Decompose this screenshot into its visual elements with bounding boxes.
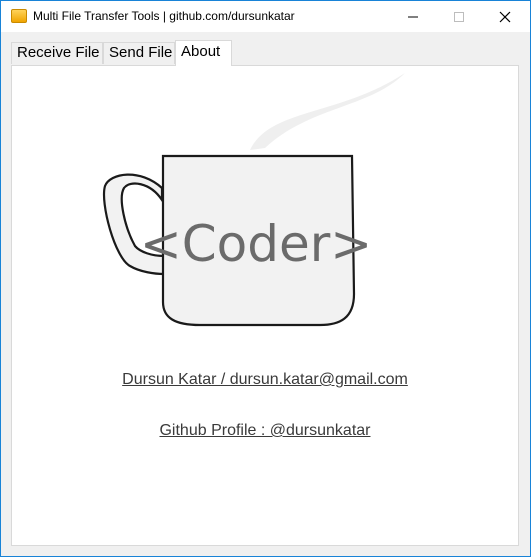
steam-icon: [250, 73, 405, 150]
maximize-button[interactable]: [436, 1, 482, 32]
github-profile-link[interactable]: Github Profile : @dursunkatar: [12, 422, 518, 440]
close-button[interactable]: [482, 1, 528, 32]
about-panel: <Coder> Dursun Katar / dursun.katar@gmai…: [11, 65, 519, 546]
app-icon: [11, 9, 27, 23]
author-email-link[interactable]: Dursun Katar / dursun.katar@gmail.com: [12, 371, 518, 389]
app-window: Multi File Transfer Tools | github.com/d…: [0, 0, 531, 557]
tab-strip: Receive File Send File About: [1, 32, 530, 66]
minimize-button[interactable]: [390, 1, 436, 32]
minimize-icon: [408, 16, 418, 17]
coffee-mug-logo: <Coder>: [102, 73, 405, 327]
close-icon: [499, 11, 511, 22]
logo-text: <Coder>: [140, 215, 372, 273]
tab-send-file[interactable]: Send File: [103, 42, 175, 64]
maximize-icon: [454, 11, 464, 22]
tab-receive-file[interactable]: Receive File: [11, 42, 103, 64]
tab-about[interactable]: About: [175, 40, 232, 66]
title-bar[interactable]: Multi File Transfer Tools | github.com/d…: [1, 1, 530, 32]
window-title: Multi File Transfer Tools | github.com/d…: [33, 9, 295, 23]
